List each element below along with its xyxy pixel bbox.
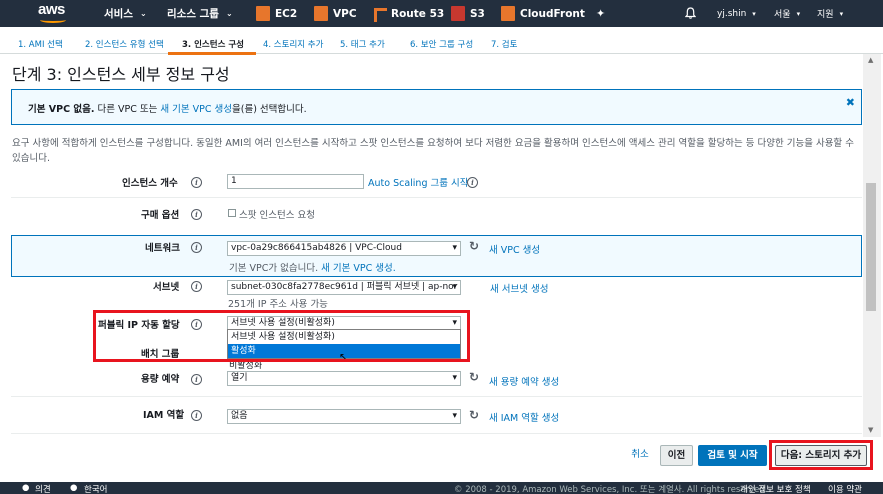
iam-role-select[interactable]: 없음: [227, 409, 461, 424]
pin-icon[interactable]: ✦: [596, 7, 605, 20]
language-link[interactable]: 한국어: [84, 483, 107, 494]
previous-button[interactable]: 이전: [660, 445, 693, 466]
new-subnet-link[interactable]: 새 서브넷 생성: [490, 281, 548, 295]
feedback-icon[interactable]: ●: [22, 483, 29, 493]
purchase-option-label: 구매 옵션: [141, 210, 180, 221]
shortcut-vpc[interactable]: VPC: [314, 0, 357, 27]
tab-tags[interactable]: 5. 태그 추가: [340, 38, 385, 50]
divider: [11, 396, 862, 397]
info-icon[interactable]: i: [191, 374, 202, 385]
close-icon[interactable]: ✖: [846, 96, 855, 109]
next-storage-button[interactable]: 다음: 스토리지 추가: [775, 445, 867, 466]
shortcut-s3[interactable]: S3: [451, 0, 485, 27]
active-step-indicator: [168, 52, 256, 55]
refresh-icon[interactable]: ↻: [469, 408, 479, 422]
highlight-box: [93, 310, 470, 362]
s3-icon: [451, 6, 465, 21]
instance-count-input[interactable]: 1: [227, 174, 364, 189]
spot-instance-checkbox[interactable]: [228, 209, 236, 217]
capacity-label: 용량 예약: [141, 374, 180, 385]
subnet-select[interactable]: subnet-030c8fa2778ec961d | 퍼블릭 서브넷 | ap-…: [227, 280, 461, 295]
region-menu[interactable]: 서울 ▾: [774, 0, 800, 27]
info-icon[interactable]: i: [191, 281, 202, 292]
tab-configure-instance[interactable]: 3. 인스턴스 구성: [182, 38, 244, 50]
vpc-icon: [314, 6, 328, 21]
create-default-vpc-link[interactable]: 새 기본 VPC 생성.: [321, 263, 396, 274]
tab-ami[interactable]: 1. AMI 선택: [18, 38, 63, 50]
network-select[interactable]: vpc-0a29c866415ab4826 | VPC-Cloud: [227, 241, 461, 256]
review-launch-button[interactable]: 검토 및 시작: [698, 445, 767, 466]
privacy-link[interactable]: 개인 정보 보호 정책: [740, 483, 811, 494]
terms-link[interactable]: 이용 약관: [828, 483, 862, 494]
chevron-down-icon: ▾: [752, 9, 756, 18]
scrollbar[interactable]: ▲ ▼: [863, 54, 881, 437]
spot-instance-label: 스팟 인스턴스 요청: [239, 210, 315, 221]
create-default-vpc-link[interactable]: 새 기본 VPC 생성: [160, 104, 232, 115]
services-menu[interactable]: 서비스 ⌄: [104, 0, 147, 27]
banner-text: 기본 VPC 없음. 다른 VPC 또는 새 기본 VPC 생성을(를) 선택합…: [28, 104, 307, 115]
info-banner: 기본 VPC 없음. 다른 VPC 또는 새 기본 VPC 생성을(를) 선택합…: [11, 89, 862, 125]
capacity-select[interactable]: 열기: [227, 371, 461, 386]
bell-icon[interactable]: [685, 7, 696, 19]
default-vpc-text: 기본 VPC가 없습니다. 새 기본 VPC 생성.: [229, 263, 396, 274]
top-nav: aws 서비스 ⌄ 리소스 그룹 ⌄ EC2 VPC Route 53 S3 Clo…: [0, 0, 883, 27]
chevron-down-icon: ⌄: [225, 9, 233, 18]
refresh-icon[interactable]: ↻: [469, 239, 479, 253]
chevron-down-icon: ⌄: [139, 9, 147, 18]
info-icon[interactable]: i: [191, 209, 202, 220]
info-icon[interactable]: i: [467, 177, 478, 188]
chevron-down-icon: ▾: [839, 9, 844, 18]
scroll-up-icon[interactable]: ▲: [868, 56, 873, 64]
cancel-button[interactable]: 취소: [627, 445, 653, 466]
feedback-link[interactable]: 의견: [35, 483, 51, 494]
tab-instance-type[interactable]: 2. 인스턴스 유형 선택: [85, 38, 164, 50]
divider: [11, 433, 862, 434]
iam-role-label: IAM 역할: [143, 410, 185, 421]
autoscaling-link[interactable]: Auto Scaling 그룹 시작: [368, 175, 468, 189]
shortcut-cloudfront[interactable]: CloudFront: [501, 0, 585, 27]
user-menu[interactable]: yj.shin ▾: [717, 0, 756, 27]
new-vpc-link[interactable]: 새 VPC 생성: [489, 242, 540, 256]
refresh-icon[interactable]: ↻: [469, 370, 479, 384]
instance-count-label: 인스턴스 개수: [122, 178, 178, 189]
scroll-down-icon[interactable]: ▼: [868, 426, 873, 434]
wizard-steps: 1. AMI 선택 2. 인스턴스 유형 선택 3. 인스턴스 구성 4. 스토…: [0, 27, 883, 54]
route53-icon: [372, 6, 387, 22]
globe-icon[interactable]: ●: [70, 483, 77, 493]
support-menu[interactable]: 지원 ▾: [817, 0, 843, 27]
subnet-label: 서브넷: [153, 282, 180, 293]
divider: [11, 197, 862, 198]
tab-security-group[interactable]: 6. 보안 그룹 구성: [410, 38, 473, 50]
new-iam-link[interactable]: 새 IAM 역할 생성: [489, 410, 559, 424]
aws-logo[interactable]: aws: [38, 2, 74, 24]
tab-review[interactable]: 7. 검토: [491, 38, 517, 50]
page-title: 단계 3: 인스턴스 세부 정보 구성: [12, 65, 230, 84]
footer: ● 의견 ● 한국어 © 2008 - 2019, Amazon Web Ser…: [0, 482, 883, 494]
subnet-ip-count: 251개 IP 주소 사용 가능: [228, 299, 328, 310]
info-icon[interactable]: i: [191, 410, 202, 421]
network-label: 네트워크: [145, 243, 180, 254]
copyright: © 2008 - 2019, Amazon Web Services, Inc.…: [454, 485, 768, 494]
chevron-down-icon: ▾: [796, 9, 801, 18]
scroll-thumb[interactable]: [866, 183, 876, 311]
cloudfront-icon: [501, 6, 515, 21]
ec2-icon: [256, 6, 270, 21]
shortcut-route53[interactable]: Route 53: [372, 0, 444, 27]
info-icon[interactable]: i: [191, 242, 202, 253]
info-icon[interactable]: i: [191, 177, 202, 188]
tab-storage[interactable]: 4. 스토리지 추가: [263, 38, 323, 50]
page-description: 요구 사항에 적합하게 인스턴스를 구성합니다. 동일한 AMI의 여러 인스턴…: [12, 138, 854, 164]
shortcut-ec2[interactable]: EC2: [256, 0, 297, 27]
new-capacity-link[interactable]: 새 용량 예약 생성: [489, 374, 559, 388]
resource-groups-menu[interactable]: 리소스 그룹 ⌄: [167, 0, 233, 27]
